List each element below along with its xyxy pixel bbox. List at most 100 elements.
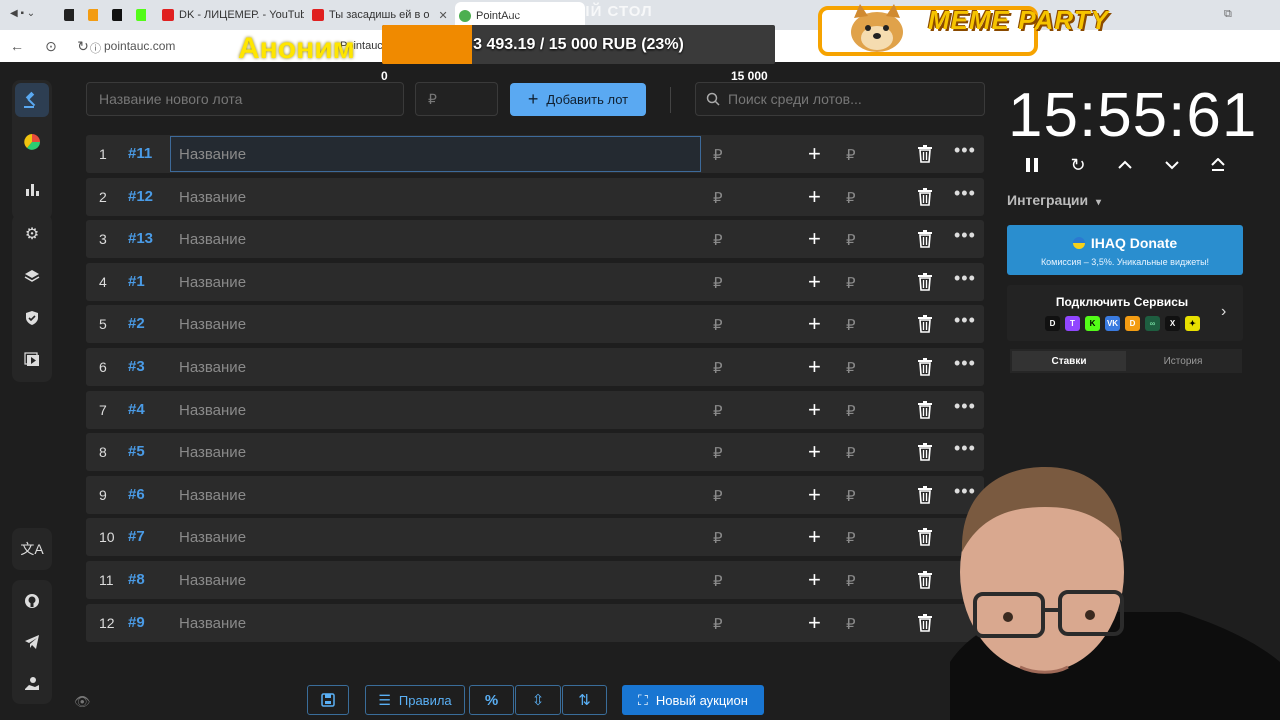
telegram-icon[interactable] [20, 630, 44, 654]
site-info-icon[interactable]: ⓘ [90, 40, 101, 56]
lot-amount-field[interactable]: ₽ [713, 146, 723, 164]
add-lot-button[interactable]: + Добавить лот [510, 83, 646, 116]
trash-icon[interactable] [917, 272, 933, 291]
support-icon[interactable] [20, 672, 44, 696]
lot-amount-field[interactable]: ₽ [713, 529, 723, 547]
tab-strip-controls-icon[interactable]: ◀ ▪ ⌄ [10, 8, 35, 19]
lot-add-amount-field[interactable]: ₽ [846, 615, 856, 633]
lot-amount-field[interactable]: ₽ [713, 359, 723, 377]
more-options-icon[interactable]: ••• [954, 310, 976, 331]
pause-icon[interactable] [1020, 153, 1044, 177]
pinned-tab-da[interactable] [108, 4, 122, 26]
auction-gavel-icon[interactable] [15, 83, 49, 117]
shield-icon[interactable] [20, 306, 44, 330]
lot-name-input[interactable]: Название [179, 529, 246, 546]
save-button[interactable] [307, 685, 349, 715]
wheel-chart-icon[interactable] [20, 130, 44, 154]
trash-icon[interactable] [917, 613, 933, 632]
ihaq-donate-card[interactable]: IHAQ Donate Комиссия – 3,5%. Уникальные … [1007, 225, 1243, 275]
lot-add-amount-field[interactable]: ₽ [846, 231, 856, 249]
lot-id[interactable]: #3 [128, 358, 145, 375]
lot-id[interactable]: #7 [128, 528, 145, 545]
reset-timer-icon[interactable]: ↻ [1066, 153, 1090, 177]
close-icon[interactable]: ✕ [439, 9, 448, 22]
lot-name-input[interactable]: Название [179, 359, 246, 376]
lot-name-input-focused[interactable] [170, 136, 701, 172]
lot-amount-field[interactable]: ₽ [713, 487, 723, 505]
more-options-icon[interactable]: ••• [954, 438, 976, 459]
trash-icon[interactable] [917, 571, 933, 589]
lot-add-amount-field[interactable]: ₽ [846, 316, 856, 334]
add-amount-icon[interactable]: + [808, 269, 821, 295]
lot-name-input[interactable]: Название [179, 189, 246, 206]
add-amount-icon[interactable]: + [808, 482, 821, 508]
lot-id[interactable]: #5 [128, 443, 145, 460]
add-amount-icon[interactable]: + [808, 439, 821, 465]
new-auction-button[interactable]: ⛶ Новый аукцион [622, 685, 764, 715]
rules-button[interactable]: ☰ Правила [365, 685, 465, 715]
lot-id[interactable]: #4 [128, 401, 145, 418]
trash-icon[interactable] [917, 145, 933, 163]
lot-id[interactable]: #11 [128, 145, 152, 162]
lot-id[interactable]: #2 [128, 315, 145, 332]
lot-add-amount-field[interactable]: ₽ [846, 572, 856, 590]
lot-id[interactable]: #1 [128, 273, 145, 290]
lot-amount-field[interactable]: ₽ [713, 274, 723, 292]
lot-add-amount-field[interactable]: ₽ [846, 529, 856, 547]
lot-name-input[interactable]: Название [179, 231, 246, 248]
lot-name-input[interactable]: Название [179, 444, 246, 461]
lot-amount-field[interactable]: ₽ [713, 402, 723, 420]
chevron-up-icon[interactable] [1113, 153, 1137, 177]
layers-icon[interactable] [20, 264, 44, 288]
lot-amount-field[interactable]: ₽ [713, 316, 723, 334]
trash-icon[interactable] [917, 315, 933, 334]
trash-icon[interactable] [917, 485, 933, 504]
lot-id[interactable]: #12 [128, 188, 153, 205]
add-amount-icon[interactable]: + [808, 311, 821, 337]
trash-icon[interactable] [917, 528, 933, 547]
double-chevron-up-icon[interactable] [1206, 153, 1230, 177]
pinned-tab-donate[interactable] [84, 4, 98, 26]
new-lot-name-input[interactable]: Название нового лота [86, 82, 404, 116]
lot-name-input[interactable]: Название [179, 487, 246, 504]
lot-add-amount-field[interactable]: ₽ [846, 444, 856, 462]
lot-search-input[interactable]: Поиск среди лотов... [695, 82, 985, 116]
lot-name-input[interactable]: Название [179, 402, 246, 419]
lot-name-input[interactable]: Название [179, 146, 246, 163]
more-options-icon[interactable]: ••• [954, 183, 976, 204]
lot-amount-field[interactable]: ₽ [713, 231, 723, 249]
lot-name-input[interactable]: Название [179, 316, 246, 333]
pinned-tab-github[interactable] [60, 4, 74, 26]
trash-icon[interactable] [917, 400, 933, 419]
add-amount-icon[interactable]: + [808, 567, 821, 593]
translate-icon[interactable]: 文A [20, 537, 44, 561]
pinned-tab-kick[interactable] [132, 4, 146, 26]
trash-icon[interactable] [917, 187, 933, 206]
statistics-icon[interactable] [20, 177, 44, 201]
lot-name-input[interactable]: Название [179, 572, 246, 589]
lot-id[interactable]: #8 [128, 571, 145, 588]
lot-amount-field[interactable]: ₽ [713, 572, 723, 590]
lot-amount-field[interactable]: ₽ [713, 615, 723, 633]
tab-youtube-2[interactable]: Ты засадишь ей в о ✕ [308, 4, 448, 26]
add-amount-icon[interactable]: + [808, 524, 821, 550]
video-playlist-icon[interactable] [20, 348, 44, 372]
back-icon[interactable]: ← [8, 38, 26, 54]
lot-id[interactable]: #6 [128, 486, 145, 503]
lot-add-amount-field[interactable]: ₽ [846, 359, 856, 377]
eye-icon[interactable]: 👁 [74, 694, 91, 710]
lot-id[interactable]: #9 [128, 614, 145, 631]
url-text[interactable]: pointauc.com [104, 39, 175, 53]
more-options-icon[interactable]: ••• [954, 396, 976, 417]
connect-services-card[interactable]: Подключить Сервисы D T K VK D ∞ X ✦ › [1007, 285, 1243, 341]
lot-add-amount-field[interactable]: ₽ [846, 146, 856, 164]
lot-amount-field[interactable]: ₽ [713, 189, 723, 207]
lot-name-input[interactable]: Название [179, 615, 246, 632]
trash-icon[interactable] [917, 230, 933, 248]
split-button[interactable]: ⇳ [515, 685, 561, 715]
add-amount-icon[interactable]: + [808, 141, 821, 167]
lot-name-input[interactable]: Название [179, 274, 246, 291]
chevron-down-icon[interactable] [1160, 153, 1184, 177]
add-amount-icon[interactable]: + [808, 354, 821, 380]
lot-add-amount-field[interactable]: ₽ [846, 487, 856, 505]
